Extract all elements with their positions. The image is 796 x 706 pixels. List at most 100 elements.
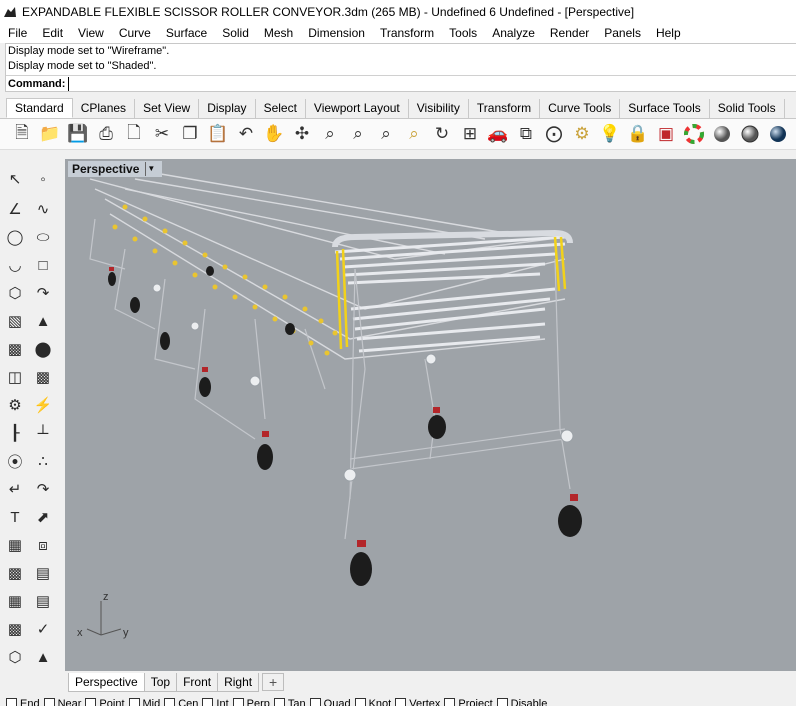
tab-solid-tools[interactable]: Solid Tools bbox=[710, 99, 785, 118]
solid-box-icon[interactable]: ▩ bbox=[2, 560, 28, 586]
text-icon[interactable]: T bbox=[2, 504, 28, 530]
tab-viewport-layout[interactable]: Viewport Layout bbox=[306, 99, 409, 118]
tab-cplanes[interactable]: CPlanes bbox=[73, 99, 136, 118]
menu-edit[interactable]: Edit bbox=[34, 23, 70, 43]
explode-icon[interactable]: ⚡ bbox=[30, 392, 56, 418]
osnap-near[interactable]: Near bbox=[43, 693, 81, 706]
osnap-cen[interactable]: Cen bbox=[164, 693, 198, 706]
four-viewports-icon[interactable]: ⊞ bbox=[456, 120, 484, 148]
osnap-project[interactable]: Project bbox=[444, 693, 493, 706]
arc-icon[interactable]: ◡ bbox=[2, 252, 28, 278]
menu-render[interactable]: Render bbox=[542, 23, 596, 43]
print-icon[interactable]: ⎙ bbox=[92, 120, 120, 148]
viewport-title[interactable]: Perspective ▼ bbox=[68, 161, 163, 177]
tab-transform[interactable]: Transform bbox=[469, 99, 541, 118]
cylinder-icon[interactable]: ◫ bbox=[2, 364, 28, 390]
fillet-curve-icon[interactable]: ↷ bbox=[30, 280, 56, 306]
menu-transform[interactable]: Transform bbox=[372, 23, 441, 43]
osnap-tan[interactable]: Tan bbox=[273, 693, 306, 706]
zoom-selected-icon[interactable]: ⌕ bbox=[400, 120, 428, 148]
render-sphere-icon[interactable] bbox=[736, 120, 764, 148]
viewport-tab-front[interactable]: Front bbox=[176, 672, 219, 692]
osnap-mid[interactable]: Mid bbox=[128, 693, 160, 706]
new-icon[interactable]: 🗎 bbox=[8, 120, 36, 148]
tab-visibility[interactable]: Visibility bbox=[409, 99, 469, 118]
rotate-icon[interactable]: ↻ bbox=[428, 120, 456, 148]
save-icon[interactable]: 💾 bbox=[64, 120, 92, 148]
mesh-plane-icon[interactable]: ▩ bbox=[30, 364, 56, 390]
pan-icon[interactable]: ✋ bbox=[260, 120, 288, 148]
perspective-viewport[interactable]: Perspective ▼ z y x bbox=[65, 159, 796, 671]
offset-curve-icon[interactable]: ↷ bbox=[30, 476, 56, 502]
menu-analyze[interactable]: Analyze bbox=[484, 23, 542, 43]
block-icon[interactable]: ⬡ bbox=[2, 644, 28, 670]
rhino-app-icon[interactable] bbox=[2, 4, 18, 20]
menu-panels[interactable]: Panels bbox=[596, 23, 648, 43]
tab-standard[interactable]: Standard bbox=[6, 98, 73, 118]
sphere-union-icon[interactable]: ⬤ bbox=[30, 336, 56, 362]
command-input[interactable] bbox=[68, 77, 669, 91]
color-wheel-icon[interactable] bbox=[680, 120, 708, 148]
cut-icon[interactable]: ✂ bbox=[148, 120, 176, 148]
menu-dimension[interactable]: Dimension bbox=[300, 23, 372, 43]
properties-icon[interactable]: ⚙ bbox=[568, 120, 596, 148]
polyline-icon[interactable]: ∠ bbox=[2, 196, 28, 222]
menu-help[interactable]: Help bbox=[648, 23, 688, 43]
import-icon[interactable]: 🗋 bbox=[120, 120, 148, 148]
point-icon[interactable]: ◦ bbox=[30, 166, 56, 192]
dimension-icon[interactable]: ▤ bbox=[30, 560, 56, 586]
circle-icon[interactable]: ◯ bbox=[2, 224, 28, 250]
menu-solid[interactable]: Solid bbox=[214, 23, 256, 43]
viewport-tab-top[interactable]: Top bbox=[143, 672, 178, 692]
menu-file[interactable]: File bbox=[0, 23, 34, 43]
menu-surface[interactable]: Surface bbox=[158, 23, 214, 43]
polygon-icon[interactable]: ⬡ bbox=[2, 280, 28, 306]
menu-mesh[interactable]: Mesh bbox=[256, 23, 300, 43]
add-viewport-tab-icon[interactable]: + bbox=[262, 673, 285, 691]
check-icon[interactable]: ✓ bbox=[30, 616, 56, 642]
shaded-sphere-icon[interactable] bbox=[708, 120, 736, 148]
ortho-icon[interactable]: ⧉ bbox=[512, 120, 540, 148]
grid-array-icon[interactable]: ▦ bbox=[2, 588, 28, 614]
osnap-knot[interactable]: Knot bbox=[354, 693, 391, 706]
tab-surface-tools[interactable]: Surface Tools bbox=[620, 99, 710, 118]
tab-display[interactable]: Display bbox=[199, 99, 256, 118]
tab-curve-tools[interactable]: Curve Tools bbox=[540, 99, 621, 118]
osnap-perp[interactable]: Perp bbox=[232, 693, 270, 706]
menu-tools[interactable]: Tools bbox=[441, 23, 484, 43]
array-icon[interactable]: ▦ bbox=[2, 532, 28, 558]
osnap-icon[interactable]: ⨀ bbox=[540, 120, 568, 148]
group-icon[interactable]: ∴ bbox=[30, 448, 56, 474]
open-icon[interactable]: 📁 bbox=[36, 120, 64, 148]
copy-icon[interactable]: ❐ bbox=[176, 120, 204, 148]
layer-icon[interactable]: ▣ bbox=[652, 120, 680, 148]
menu-curve[interactable]: Curve bbox=[111, 23, 158, 43]
osnap-vertex[interactable]: Vertex bbox=[395, 693, 440, 706]
linear-array-icon[interactable]: ▤ bbox=[30, 588, 56, 614]
rotate-view-icon[interactable]: ✣ bbox=[288, 120, 316, 148]
osnap-quad[interactable]: Quad bbox=[309, 693, 351, 706]
split-icon[interactable]: ┴ bbox=[30, 420, 56, 446]
undo-icon[interactable]: ↶ bbox=[232, 120, 260, 148]
car-icon[interactable]: 🚗 bbox=[484, 120, 512, 148]
curve-edit-icon[interactable]: ↵ bbox=[2, 476, 28, 502]
boolean-icon[interactable]: ⦿ bbox=[2, 448, 28, 474]
trim-icon[interactable]: ┠ bbox=[2, 420, 28, 446]
paste-icon[interactable]: 📋 bbox=[204, 120, 232, 148]
zoom-extents-icon[interactable]: ⌕ bbox=[372, 120, 400, 148]
viewport-tab-perspective[interactable]: Perspective bbox=[68, 672, 145, 692]
zoom-window-icon[interactable]: ⌕ bbox=[344, 120, 372, 148]
gear-transform-icon[interactable]: ⚙ bbox=[2, 392, 28, 418]
mirror-icon[interactable]: ⧈ bbox=[30, 532, 56, 558]
material-sphere-icon[interactable] bbox=[764, 120, 792, 148]
zoom-icon[interactable]: ⌕ bbox=[316, 120, 344, 148]
tab-select[interactable]: Select bbox=[256, 99, 306, 118]
box-icon[interactable]: ▩ bbox=[2, 336, 28, 362]
osnap-point[interactable]: Point bbox=[85, 693, 125, 706]
surface-from-points-icon[interactable]: ▧ bbox=[2, 308, 28, 334]
sheet-icon[interactable]: ▩ bbox=[2, 616, 28, 642]
select-arrow-icon[interactable]: ↖ bbox=[2, 166, 28, 192]
loft-icon[interactable]: ▲ bbox=[30, 308, 56, 334]
lock-icon[interactable]: 🔒 bbox=[624, 120, 652, 148]
menu-view[interactable]: View bbox=[70, 23, 111, 43]
